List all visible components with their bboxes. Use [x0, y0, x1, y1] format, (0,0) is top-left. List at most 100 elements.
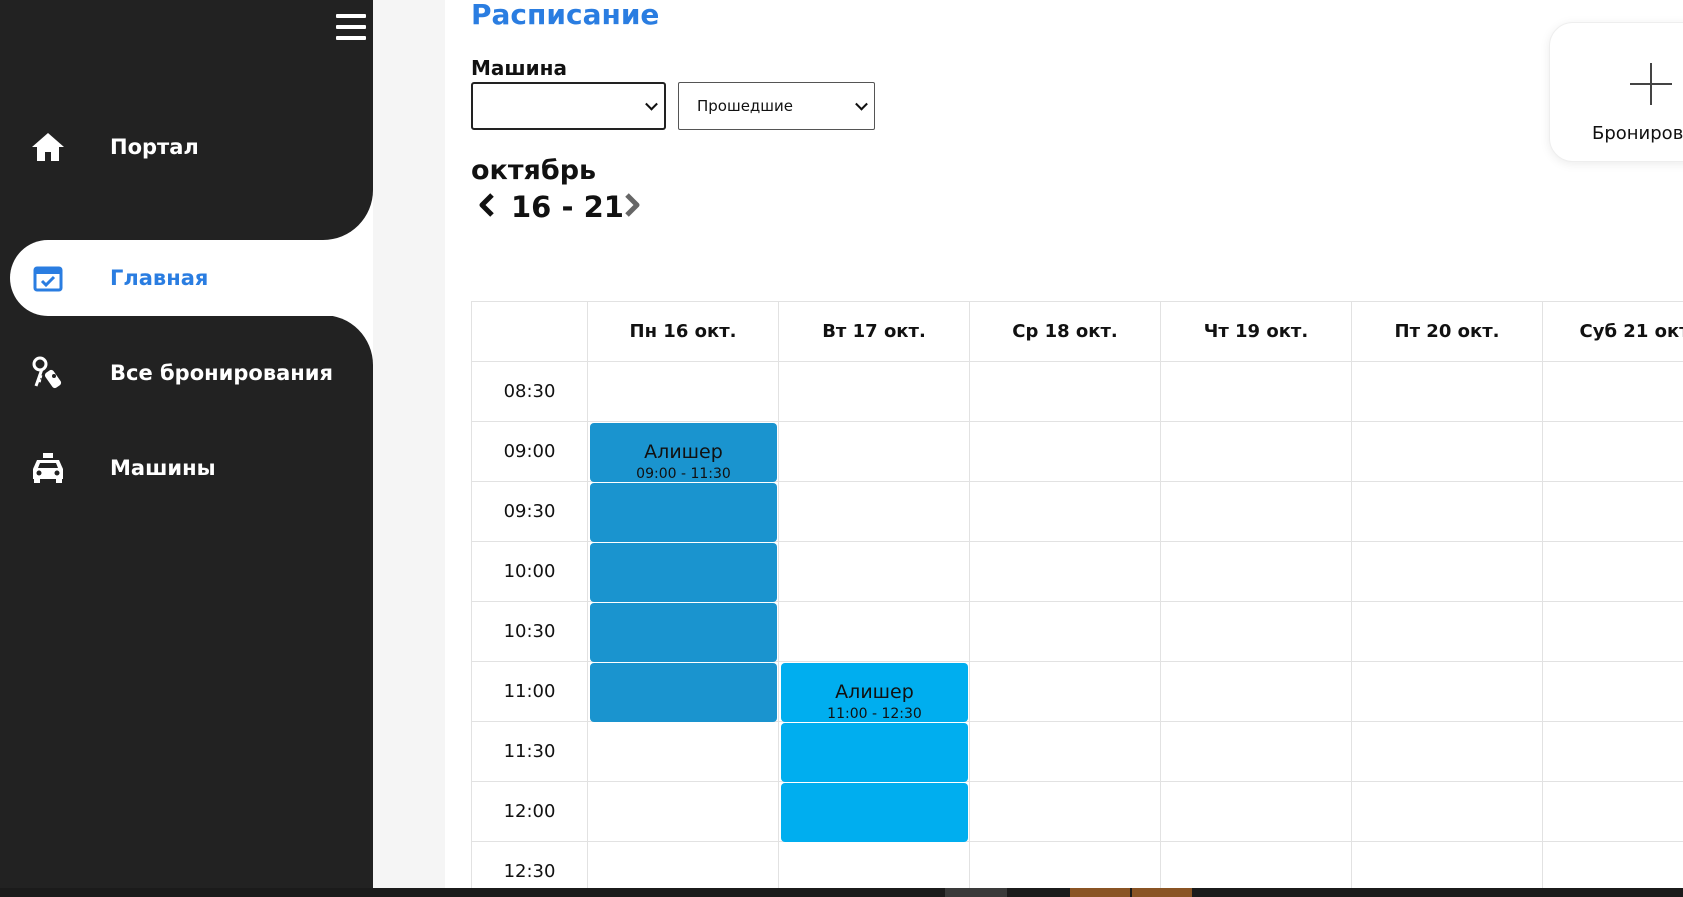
prev-week-button[interactable] — [475, 193, 499, 217]
time-slot-cell[interactable] — [588, 782, 779, 842]
time-slot-cell[interactable] — [779, 602, 970, 662]
time-slot-cell[interactable] — [1161, 602, 1352, 662]
sidebar-item-portal[interactable]: Портал — [10, 109, 373, 185]
time-slot-cell[interactable] — [1161, 362, 1352, 422]
day-header: Пн 16 окт. — [588, 302, 779, 362]
hamburger-menu-icon[interactable] — [336, 14, 366, 40]
time-slot-cell[interactable] — [970, 782, 1161, 842]
time-slot-cell[interactable] — [1352, 422, 1543, 482]
next-week-button[interactable] — [620, 193, 644, 217]
day-header-label: Ср 18 окт. — [1012, 321, 1118, 342]
booking-block[interactable] — [590, 483, 777, 542]
sidebar-item-all-bookings[interactable]: Все бронирования — [10, 335, 373, 411]
month-label: октябрь — [471, 155, 597, 186]
day-header: Суб 21 окт. — [1543, 302, 1683, 362]
time-slot-cell[interactable] — [1161, 662, 1352, 722]
sidebar-item-home[interactable]: Главная — [10, 240, 373, 316]
time-slot-cell[interactable] — [779, 362, 970, 422]
schedule-calendar: Пн 16 окт. Вт 17 окт. Ср 18 окт. Чт 19 окт.… — [471, 301, 1683, 888]
time-slot-cell[interactable] — [1352, 842, 1543, 888]
time-slot-cell[interactable] — [1161, 722, 1352, 782]
sidebar-corner-decor — [323, 190, 373, 240]
booking-block[interactable] — [781, 723, 968, 782]
time-slot-cell[interactable] — [1543, 662, 1683, 722]
booking-card[interactable]: Алишер 11:00 - 12:30 — [781, 663, 968, 722]
time-slot-cell[interactable] — [1352, 722, 1543, 782]
week-range: 16 - 21 — [511, 190, 624, 224]
time-row: 11:30 — [472, 722, 1683, 782]
add-booking-label: Бронирова — [1592, 123, 1683, 144]
booking-card[interactable]: Алишер 09:00 - 11:30 — [590, 423, 777, 482]
time-slot-cell[interactable] — [1161, 482, 1352, 542]
time-slot-cell[interactable] — [1543, 722, 1683, 782]
time-row: 08:30 — [472, 362, 1683, 422]
period-select[interactable]: Прошедшие — [678, 82, 875, 130]
booking-name: Алишер — [835, 681, 914, 703]
time-slot-cell[interactable] — [970, 362, 1161, 422]
day-header-label: Пн 16 окт. — [629, 321, 737, 342]
time-slot-cell[interactable] — [1161, 782, 1352, 842]
time-slot-cell[interactable] — [1543, 842, 1683, 888]
time-slot-cell[interactable] — [779, 482, 970, 542]
chevron-down-icon — [645, 97, 658, 111]
main-content: Расписание Машина Прошедшие октябрь 16 -… — [445, 0, 1683, 888]
time-slot-cell[interactable] — [1352, 662, 1543, 722]
time-label: 10:30 — [472, 602, 588, 662]
sidebar-item-cars[interactable]: Машины — [10, 430, 373, 506]
booking-block[interactable] — [590, 663, 777, 722]
chevron-left-icon — [479, 193, 494, 217]
time-slot-cell[interactable] — [970, 722, 1161, 782]
page-title: Расписание — [471, 0, 660, 31]
day-header: Вт 17 окт. — [779, 302, 970, 362]
add-booking-button[interactable]: Бронирова — [1549, 22, 1683, 162]
time-slot-cell[interactable] — [1543, 482, 1683, 542]
time-slot-cell[interactable] — [1161, 422, 1352, 482]
time-row: 12:30 — [472, 842, 1683, 888]
booking-block[interactable] — [590, 543, 777, 602]
time-label: 11:30 — [472, 722, 588, 782]
sidebar-item-label: Все бронирования — [110, 361, 333, 385]
time-slot-cell[interactable] — [1543, 362, 1683, 422]
time-slot-cell[interactable] — [1543, 542, 1683, 602]
booking-block[interactable] — [590, 603, 777, 662]
time-slot-cell[interactable] — [1543, 602, 1683, 662]
time-slot-cell[interactable] — [779, 842, 970, 888]
day-header: Чт 19 окт. — [1161, 302, 1352, 362]
time-slot-cell[interactable] — [970, 482, 1161, 542]
day-header-label: Суб 21 окт. — [1579, 321, 1683, 342]
time-slot-cell[interactable] — [970, 602, 1161, 662]
time-slot-cell[interactable] — [1543, 782, 1683, 842]
sidebar-item-label: Портал — [110, 135, 199, 159]
car-select[interactable] — [471, 82, 666, 130]
time-label: 09:00 — [472, 422, 588, 482]
time-label: 12:30 — [472, 842, 588, 888]
taxi-icon — [28, 448, 68, 488]
time-slot-cell[interactable] — [1161, 842, 1352, 888]
time-slot-cell[interactable] — [779, 542, 970, 602]
chevron-down-icon — [855, 97, 868, 111]
calendar-corner-cell — [472, 302, 588, 362]
time-slot-cell[interactable] — [1352, 362, 1543, 422]
time-slot-cell[interactable] — [779, 422, 970, 482]
booking-name: Алишер — [644, 441, 723, 463]
time-slot-cell[interactable] — [1352, 782, 1543, 842]
time-label: 10:00 — [472, 542, 588, 602]
time-label: 08:30 — [472, 362, 588, 422]
time-slot-cell[interactable] — [588, 722, 779, 782]
time-slot-cell[interactable] — [1161, 542, 1352, 602]
booking-block[interactable] — [781, 783, 968, 842]
time-slot-cell[interactable] — [1543, 422, 1683, 482]
time-slot-cell[interactable] — [970, 542, 1161, 602]
time-slot-cell[interactable] — [970, 422, 1161, 482]
time-label: 12:00 — [472, 782, 588, 842]
time-slot-cell[interactable] — [1352, 542, 1543, 602]
time-slot-cell[interactable] — [970, 842, 1161, 888]
time-slot-cell[interactable] — [588, 842, 779, 888]
time-slot-cell[interactable] — [588, 362, 779, 422]
time-slot-cell[interactable] — [1352, 482, 1543, 542]
chevron-right-icon — [625, 193, 640, 217]
time-slot-cell[interactable] — [970, 662, 1161, 722]
time-label: 09:30 — [472, 482, 588, 542]
time-slot-cell[interactable] — [1352, 602, 1543, 662]
car-filter-label: Машина — [471, 56, 567, 80]
